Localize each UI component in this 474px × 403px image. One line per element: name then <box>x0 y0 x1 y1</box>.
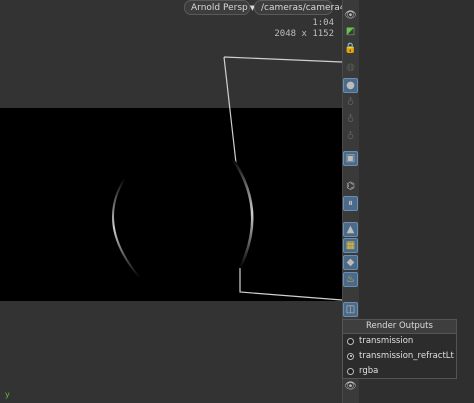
render-output-option[interactable]: transmission_refractLt <box>347 350 454 362</box>
flat-shading-icon[interactable]: ◆ <box>343 255 358 270</box>
popup-title: Render Outputs <box>343 320 456 334</box>
flame-icon[interactable]: ♨ <box>343 272 358 287</box>
refraction-arc-right <box>230 157 254 269</box>
wireframe-cube-icon[interactable]: ◩ <box>343 24 358 39</box>
radio-button[interactable] <box>347 367 354 375</box>
grid-icon[interactable]: ▦ <box>343 238 358 253</box>
sphere-shaded-icon[interactable]: ● <box>343 78 358 93</box>
light-bulb-icon[interactable]: ♁ <box>343 112 358 127</box>
color-chart-icon[interactable]: ▲ <box>343 222 358 237</box>
sphere-icon[interactable]: ◍ <box>343 60 358 75</box>
radio-button-selected[interactable] <box>347 352 354 360</box>
render-output-option[interactable]: transmission <box>347 335 413 347</box>
pause-icon[interactable]: ⏸ <box>343 196 358 211</box>
camera-menu-label: /cameras/camera4 <box>261 3 342 13</box>
resolution-readout: 2048 x 1152 <box>274 29 334 39</box>
light-bulb-icon[interactable]: ♁ <box>343 95 358 110</box>
frame-readout: 1:04 <box>312 18 334 28</box>
render-viewport[interactable]: Arnold Persp▼ /cameras/camera4▼ 1:04 204… <box>0 0 342 403</box>
lock-icon[interactable]: 🔒 <box>343 41 358 56</box>
camera-eye-icon[interactable]: ⌬ <box>343 179 358 194</box>
viewport-overlay <box>112 56 342 301</box>
camera-menu[interactable]: /cameras/camera4▼ <box>254 0 342 15</box>
light-bulb-icon[interactable]: ♁ <box>343 129 358 144</box>
render-output-label: transmission <box>359 336 414 346</box>
snapshot-icon[interactable]: ◫ <box>343 302 358 317</box>
render-view-icon[interactable]: ▣ <box>343 151 358 166</box>
render-output-label: rgba <box>359 366 379 376</box>
renderer-menu-label: Arnold Persp <box>191 3 248 13</box>
refraction-arc-left <box>112 177 141 279</box>
eye-icon[interactable]: 👁 <box>343 8 358 23</box>
renderer-menu[interactable]: Arnold Persp ▼ <box>184 0 255 15</box>
render-outputs-popup: Render Outputs transmission transmission… <box>342 319 457 379</box>
radio-button[interactable] <box>347 337 354 345</box>
render-output-option[interactable]: rgba <box>347 365 378 377</box>
axis-indicator-y: y <box>5 390 10 399</box>
visibility-eye-icon[interactable]: 👁 <box>343 379 358 394</box>
render-output-label: transmission_refractLt <box>359 351 454 361</box>
